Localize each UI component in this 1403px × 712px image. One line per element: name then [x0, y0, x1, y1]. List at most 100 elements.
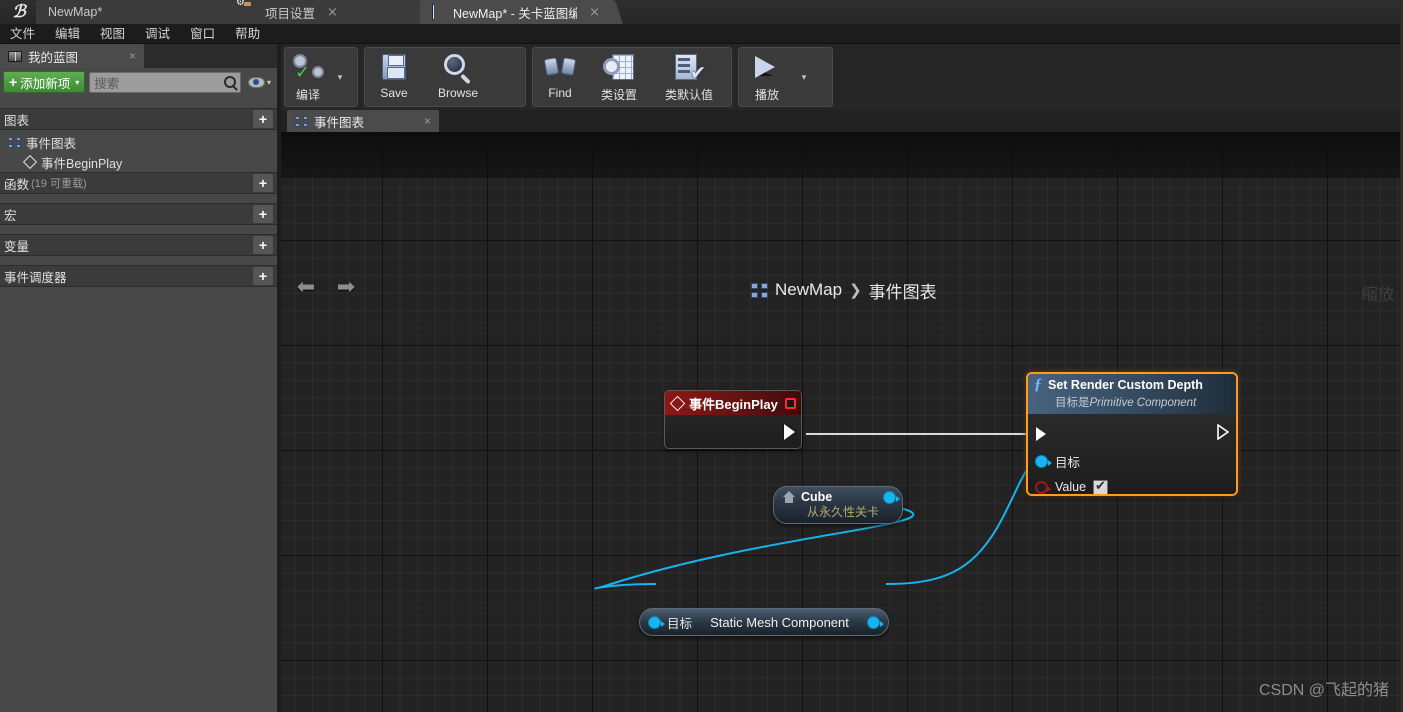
node-exec-row: [1028, 420, 1236, 448]
compile-options-chevron-down-icon[interactable]: ▾: [331, 48, 349, 106]
node-subtitle-prefix: 目标是: [1055, 397, 1090, 409]
node-smc-title: Static Mesh Component: [710, 614, 849, 630]
search-input[interactable]: 搜索: [89, 71, 241, 93]
value-checkbox[interactable]: [1093, 479, 1109, 494]
browse-button-label: Browse: [437, 86, 478, 100]
toolbar-group-play: 播放 ▾: [738, 47, 833, 107]
window-tab-project-settings-close-icon[interactable]: ×: [327, 6, 338, 19]
menu-item-file[interactable]: 文件: [0, 24, 45, 44]
save-button-label: Save: [380, 86, 408, 100]
find-button[interactable]: Find: [533, 48, 587, 106]
breadcrumb-leaf[interactable]: 事件图表: [869, 278, 937, 303]
node-event-begin-play[interactable]: 事件BeginPlay: [664, 390, 802, 449]
watermark: CSDN @飞起的猪: [1258, 682, 1389, 699]
list-item-event-begin-play[interactable]: 事件BeginPlay: [0, 152, 277, 172]
my-blueprint-toolbar: + 添加新项 ▾ 搜索 ▾: [0, 68, 277, 96]
node-static-mesh-component[interactable]: 目标 Static Mesh Component: [639, 608, 889, 636]
exec-output-pin[interactable]: [784, 424, 795, 440]
graph-icon: [295, 115, 308, 127]
section-functions-sublabel: (19 可重载): [31, 178, 87, 190]
section-functions[interactable]: 函数 (19 可重载) +: [0, 172, 277, 194]
section-macros[interactable]: 宏 +: [0, 203, 277, 225]
red-square-icon[interactable]: [785, 397, 796, 409]
menu-item-edit[interactable]: 编辑: [45, 24, 90, 44]
list-item-event-graph-label: 事件图表: [26, 136, 77, 151]
node-event-begin-play-header: 事件BeginPlay: [665, 391, 801, 415]
binoculars-icon: [543, 52, 577, 84]
eye-icon: [247, 76, 265, 88]
graph-forward-button[interactable]: ➡: [335, 277, 357, 300]
menu-item-window[interactable]: 窗口: [180, 24, 225, 44]
section-graphs[interactable]: 图表 +: [0, 108, 277, 130]
exec-input-pin[interactable]: [1035, 426, 1046, 442]
class-settings-button-label: 类设置: [600, 88, 637, 102]
node-smc-target-label: 目标: [667, 616, 693, 631]
section-event-dispatchers[interactable]: 事件调度器 +: [0, 265, 277, 287]
graph-tab-event-graph[interactable]: 事件图表 ×: [287, 110, 439, 132]
window-tab-level-blueprint-close-icon[interactable]: ×: [589, 6, 600, 19]
window-tab-level-blueprint[interactable]: NewMap* - 关卡蓝图编辑器 ×: [420, 0, 610, 24]
class-defaults-check-icon: ✔: [672, 52, 706, 84]
window-tab-project-settings[interactable]: 项目设置 ×: [232, 0, 420, 24]
toolbar-group-compile: ✓ 编译 ▾: [284, 47, 358, 107]
blueprint-toolbar: ✓ 编译 ▾ Save Browse Find 类设置 ✔ 类默认值 播放 ▾: [281, 44, 1403, 110]
section-graphs-add-button[interactable]: +: [253, 110, 273, 128]
node-set-render-custom-depth-header: ƒ Set Render Custom Depth 目标是Primitive C…: [1028, 374, 1236, 414]
object-output-pin-smc[interactable]: [867, 615, 884, 629]
section-graphs-label: 图表: [4, 113, 30, 128]
section-macros-label: 宏: [4, 208, 17, 223]
blueprint-graph-canvas[interactable]: ⬅ ➡ NewMap ❯ 事件图表 缩放 1 事件BeginPlay: [281, 132, 1403, 712]
my-blueprint-panel: 我的蓝图 × + 添加新项 ▾ 搜索 ▾ 图表 + 事件图表 事件BeginPl…: [0, 44, 277, 712]
house-actor-icon: [782, 490, 796, 504]
play-options-chevron-down-icon[interactable]: ▾: [795, 48, 813, 106]
browse-button[interactable]: Browse: [423, 48, 493, 106]
node-event-begin-play-title: 事件BeginPlay: [689, 396, 778, 412]
object-output-pin-cube[interactable]: [883, 490, 900, 504]
section-functions-add-button[interactable]: +: [253, 174, 273, 192]
compile-button[interactable]: ✓ 编译: [285, 48, 331, 106]
graph-icon: [751, 282, 768, 298]
my-blueprint-tab-close-icon[interactable]: ×: [129, 49, 136, 63]
graph-tab-event-graph-label: 事件图表: [314, 115, 365, 130]
node-subtitle-type: Primitive Component: [1089, 397, 1197, 409]
my-blueprint-tab-label: 我的蓝图: [28, 50, 79, 65]
window-tab-newmap[interactable]: NewMap*: [36, 0, 232, 24]
class-defaults-button[interactable]: ✔ 类默认值: [651, 48, 727, 106]
exec-output-pin[interactable]: [1217, 422, 1230, 445]
node-cube-subtitle: 从永久性关卡: [806, 505, 879, 519]
event-diamond-icon: [670, 396, 684, 410]
add-new-button[interactable]: + 添加新项 ▾: [3, 71, 86, 93]
function-fx-icon: ƒ: [1034, 376, 1042, 393]
graph-tab-row: 事件图表 ×: [281, 110, 1403, 132]
play-button[interactable]: 播放: [739, 48, 795, 106]
graph-back-button[interactable]: ⬅: [295, 277, 317, 300]
node-pin-target-label: 目标: [1055, 455, 1081, 470]
graph-tab-close-icon[interactable]: ×: [424, 114, 431, 128]
node-pin-value-label: Value: [1055, 480, 1087, 494]
save-button[interactable]: Save: [365, 48, 423, 106]
my-blueprint-tab[interactable]: 我的蓝图 ×: [0, 44, 144, 68]
zoom-level-label: 缩放 1: [1360, 285, 1403, 304]
node-cube[interactable]: Cube 从永久性关卡: [773, 486, 903, 524]
section-variables-add-button[interactable]: +: [253, 236, 273, 254]
section-variables[interactable]: 变量 +: [0, 234, 277, 256]
visibility-options-button[interactable]: ▾: [245, 76, 274, 88]
window-tab-level-blueprint-label: NewMap* - 关卡蓝图编辑器: [453, 6, 578, 21]
breadcrumb: NewMap ❯ 事件图表: [751, 278, 937, 302]
menu-item-debug[interactable]: 调试: [135, 24, 180, 44]
bool-input-pin-value[interactable]: [1035, 480, 1051, 494]
node-set-render-custom-depth-title: Set Render Custom Depth: [1048, 378, 1203, 392]
class-settings-button[interactable]: 类设置: [587, 48, 651, 106]
object-input-pin-target[interactable]: [1035, 454, 1052, 468]
magnifier-sphere-icon: [441, 52, 475, 85]
section-event-dispatchers-add-button[interactable]: +: [253, 267, 273, 285]
breadcrumb-root[interactable]: NewMap: [775, 280, 842, 300]
menu-item-view[interactable]: 视图: [90, 24, 135, 44]
blueprint-book-icon: [432, 3, 447, 20]
object-input-pin-smc[interactable]: [648, 615, 665, 629]
node-set-render-custom-depth[interactable]: ƒ Set Render Custom Depth 目标是Primitive C…: [1026, 372, 1238, 496]
menu-item-help[interactable]: 帮助: [225, 24, 270, 44]
list-item-event-graph[interactable]: 事件图表: [0, 132, 277, 152]
section-macros-add-button[interactable]: +: [253, 205, 273, 223]
graph-header-overlay: [281, 132, 1403, 178]
